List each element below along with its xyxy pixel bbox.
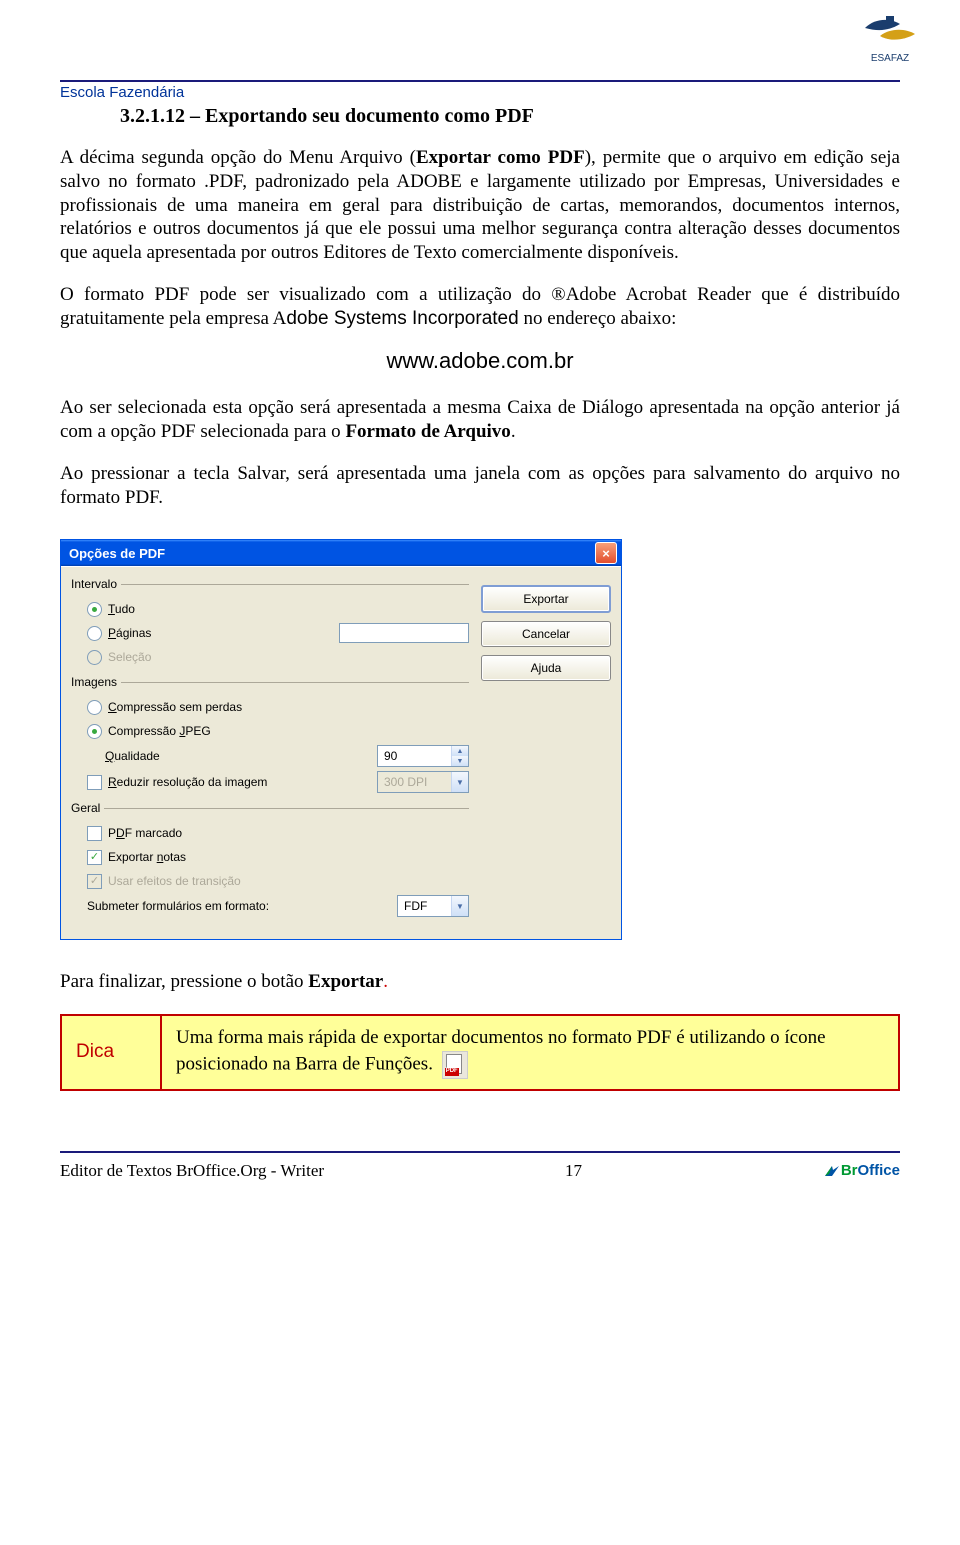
dica-box: Dica Uma forma mais rápida de exportar d…	[60, 1014, 900, 1091]
radio-selecao	[87, 650, 102, 665]
radio-tudo[interactable]	[87, 602, 102, 617]
label-usar-efeitos: Usar efeitos de transição	[108, 874, 241, 888]
exportar-button[interactable]: Exportar	[481, 585, 611, 613]
combo-submeter[interactable]: FDF ▼	[397, 895, 469, 917]
chevron-up-icon: ▲	[452, 746, 468, 756]
dica-text: Uma forma mais rápida de exportar docume…	[161, 1015, 899, 1090]
dialog-title: Opções de PDF	[69, 546, 165, 561]
spinner-qualidade[interactable]: 90 ▲▼	[377, 745, 469, 767]
group-intervalo: Intervalo Tudo Páginas Seleção	[71, 577, 469, 669]
pdf-options-dialog: Opções de PDF × Intervalo Tudo Páginas	[60, 539, 622, 940]
label-qualidade: Qualidade	[105, 749, 160, 763]
label-submeter: Submeter formulários em formato:	[87, 899, 269, 913]
label-comp-jpeg[interactable]: Compressão JPEG	[108, 724, 211, 738]
checkbox-reduzir[interactable]	[87, 775, 102, 790]
section-heading: 3.2.1.12 – Exportando seu documento como…	[120, 105, 900, 128]
group-geral: Geral PDF marcado Exportar notas Usar ef…	[71, 801, 469, 919]
dialog-titlebar[interactable]: Opções de PDF ×	[61, 540, 621, 566]
ajuda-button[interactable]: Ajuda	[481, 655, 611, 681]
chevron-down-icon: ▼	[451, 896, 468, 916]
cancelar-button[interactable]: Cancelar	[481, 621, 611, 647]
radio-paginas[interactable]	[87, 626, 102, 641]
header-logo: ESAFAZ	[860, 10, 920, 64]
label-exportar-notas[interactable]: Exportar notas	[108, 850, 186, 864]
close-icon[interactable]: ×	[595, 542, 617, 564]
combo-dpi: 300 DPI ▼	[377, 771, 469, 793]
header-logo-text: ESAFAZ	[860, 53, 920, 64]
label-reduzir[interactable]: Reduzir resolução da imagem	[108, 775, 267, 789]
radio-comp-sem-perdas[interactable]	[87, 700, 102, 715]
header-rule	[60, 80, 900, 82]
adobe-url: www.adobe.com.br	[60, 348, 900, 374]
footer-left: Editor de Textos BrOffice.Org - Writer	[60, 1161, 324, 1181]
footer-rule	[60, 1151, 900, 1153]
pdf-export-icon	[442, 1051, 468, 1079]
checkbox-pdf-marcado[interactable]	[87, 826, 102, 841]
paragraph-3: Ao ser selecionada esta opção será apres…	[60, 396, 900, 444]
paragraph-4: Ao pressionar a tecla Salvar, será apres…	[60, 462, 900, 510]
checkbox-usar-efeitos	[87, 874, 102, 889]
school-name: Escola Fazendária	[60, 84, 900, 101]
page-number: 17	[565, 1161, 582, 1181]
radio-comp-jpeg[interactable]	[87, 724, 102, 739]
group-imagens: Imagens Compressão sem perdas Compressão…	[71, 675, 469, 795]
label-paginas[interactable]: Páginas	[108, 626, 151, 640]
paragraph-1: A décima segunda opção do Menu Arquivo (…	[60, 146, 900, 265]
label-selecao: Seleção	[108, 650, 151, 664]
input-paginas[interactable]	[339, 623, 469, 643]
chevron-down-icon: ▼	[452, 756, 468, 766]
chevron-down-icon: ▼	[451, 772, 468, 792]
label-comp-sem-perdas[interactable]: Compressão sem perdas	[108, 700, 242, 714]
paragraph-2: O formato PDF pode ser visualizado com a…	[60, 283, 900, 331]
footer-logo: BrOffice	[823, 1162, 900, 1179]
dica-label: Dica	[61, 1015, 161, 1090]
label-tudo[interactable]: Tudo	[108, 602, 135, 616]
label-pdf-marcado[interactable]: PDF marcado	[108, 826, 182, 840]
checkbox-exportar-notas[interactable]	[87, 850, 102, 865]
paragraph-5: Para finalizar, pressione o botão Export…	[60, 970, 900, 994]
